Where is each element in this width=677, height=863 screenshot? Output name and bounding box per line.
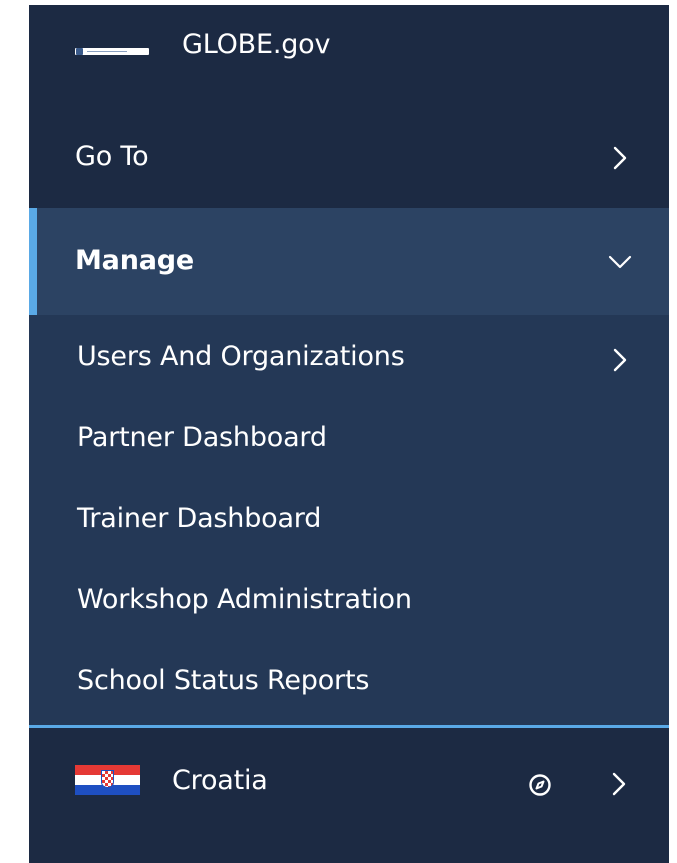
country-name: Croatia bbox=[172, 765, 268, 796]
submenu-item-school-status-reports[interactable]: School Status Reports bbox=[77, 665, 369, 696]
brand-title[interactable]: GLOBE.gov bbox=[182, 29, 330, 60]
nav-item-manage[interactable]: Manage bbox=[29, 208, 669, 315]
submenu-item-trainer-dashboard[interactable]: Trainer Dashboard bbox=[77, 503, 321, 534]
nav-item-goto-label: Go To bbox=[75, 141, 149, 172]
chevron-down-icon bbox=[607, 249, 633, 275]
chevron-right-icon[interactable] bbox=[606, 771, 632, 801]
chevron-right-icon bbox=[607, 145, 633, 171]
active-indicator bbox=[29, 208, 37, 315]
submenu-item-users-and-organizations[interactable]: Users And Organizations bbox=[29, 335, 669, 385]
nav-item-goto[interactable]: Go To bbox=[29, 115, 669, 201]
nav-item-manage-label: Manage bbox=[75, 245, 194, 276]
submenu-item-partner-dashboard[interactable]: Partner Dashboard bbox=[77, 422, 327, 453]
country-selector[interactable]: Croatia bbox=[29, 728, 669, 863]
menu-header[interactable]: GLOBE.gov bbox=[29, 5, 669, 93]
submenu-item-label: Users And Organizations bbox=[77, 341, 405, 372]
compass-icon[interactable] bbox=[528, 773, 552, 797]
croatia-flag-icon bbox=[75, 765, 140, 795]
chevron-right-icon bbox=[607, 347, 633, 373]
navigation-menu: GLOBE.gov Go To Manage Users And Organiz… bbox=[29, 5, 669, 863]
submenu-item-workshop-administration[interactable]: Workshop Administration bbox=[77, 584, 412, 615]
globe-program-logo-icon bbox=[75, 48, 149, 55]
manage-submenu: Users And Organizations Partner Dashboar… bbox=[29, 315, 669, 725]
